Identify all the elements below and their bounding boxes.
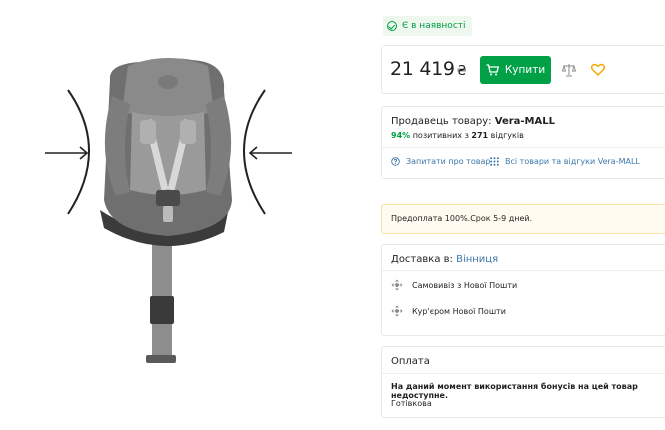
leg-adjuster: [150, 296, 174, 324]
right-arc: [243, 89, 266, 215]
buckle: [156, 190, 180, 206]
delivery-box: Доставка в: Вінниця Самовивіз з Нової По…: [381, 244, 665, 336]
seller-line: Продавець товару: Vera-MALL: [391, 116, 555, 127]
heart-icon[interactable]: [591, 63, 605, 76]
seller-box: Продавець товару: Vera-MALL 94% позитивн…: [381, 106, 665, 179]
price-amount: 21 419: [390, 58, 455, 80]
seller-rating: 94% позитивних з 271 відгуків: [391, 131, 524, 140]
rating-count: 271: [471, 131, 489, 140]
delivery-option-label: Самовивіз з Нової Пошти: [412, 280, 518, 290]
check-circle-icon: [387, 21, 397, 31]
shoulder-pad-right: [180, 120, 196, 144]
product-image[interactable]: [0, 0, 365, 430]
payment-box: Оплата На даний момент використання бону…: [381, 346, 665, 418]
delivery-prefix: Доставка в:: [391, 254, 453, 265]
payment-title: Оплата: [391, 356, 430, 367]
leg-foot: [146, 355, 176, 363]
car-seat-illustration: [45, 58, 292, 363]
all-products-link[interactable]: Всі товари та відгуки Vera-MALL: [490, 157, 640, 166]
delivery-option[interactable]: Кур'єром Нової Пошти: [391, 305, 506, 317]
in-stock-badge: Є в наявності: [383, 16, 472, 36]
seller-name[interactable]: Vera-MALL: [495, 116, 555, 127]
cart-icon: [486, 64, 499, 76]
rating-mid: позитивних з: [412, 131, 469, 140]
delivery-city-link[interactable]: Вінниця: [456, 254, 498, 265]
all-products-label: Всі товари та відгуки Vera-MALL: [505, 157, 640, 166]
ask-label: Запитати про товар: [406, 157, 491, 166]
payment-method: Готівкова: [391, 399, 432, 408]
divider: [382, 270, 665, 271]
question-circle-icon: [391, 157, 400, 166]
price-box: 21 419 ₴ Купити: [381, 45, 665, 94]
delivery-option[interactable]: Самовивіз з Нової Пошти: [391, 279, 517, 291]
price-currency: ₴: [456, 64, 467, 79]
delivery-title: Доставка в: Вінниця: [391, 254, 498, 265]
buy-label: Купити: [504, 64, 546, 76]
stock-label: Є в наявності: [402, 21, 466, 31]
prepayment-notice: Предоплата 100%.Срок 5-9 дней.: [381, 204, 665, 234]
buy-button[interactable]: Купити: [480, 56, 551, 84]
divider: [382, 373, 665, 374]
shoulder-pad-left: [140, 120, 156, 144]
crotch-strap: [163, 206, 173, 222]
nova-poshta-icon: [391, 279, 403, 291]
ask-about-product-link[interactable]: Запитати про товар: [391, 157, 490, 166]
divider: [382, 147, 665, 148]
compare-scales-icon[interactable]: [562, 63, 576, 77]
price: 21 419 ₴: [390, 58, 467, 80]
product-sidebar: Є в наявності 21 419 ₴ Купити Продавець …: [381, 0, 665, 430]
grid-dots-icon: [490, 157, 499, 166]
brand-logo: [158, 75, 178, 89]
rating-percent: 94%: [391, 131, 411, 140]
seller-prefix: Продавець товару:: [391, 116, 492, 127]
nova-poshta-icon: [391, 305, 403, 317]
delivery-option-label: Кур'єром Нової Пошти: [412, 306, 507, 316]
bonus-note: На даний момент використання бонусів на …: [391, 382, 638, 400]
rating-suffix: відгуків: [490, 131, 524, 140]
